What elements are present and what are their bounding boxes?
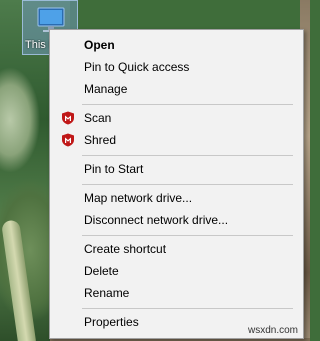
context-menu: Open Pin to Quick access Manage Scan Shr… [49, 29, 304, 339]
menu-separator [82, 235, 293, 236]
menu-item-label: Delete [84, 264, 119, 278]
mcafee-shield-icon [62, 111, 74, 125]
menu-item-disconnect-network-drive[interactable]: Disconnect network drive... [50, 209, 303, 231]
menu-separator [82, 308, 293, 309]
menu-item-create-shortcut[interactable]: Create shortcut [50, 238, 303, 260]
menu-item-label: Disconnect network drive... [84, 213, 229, 227]
menu-item-label: Create shortcut [84, 242, 167, 256]
menu-item-label: Pin to Start [84, 162, 144, 176]
menu-item-label: Open [84, 38, 115, 52]
menu-item-pin-to-start[interactable]: Pin to Start [50, 158, 303, 180]
mcafee-shield-icon [62, 133, 74, 147]
menu-item-label: Scan [84, 111, 112, 125]
menu-item-scan[interactable]: Scan [50, 107, 303, 129]
menu-item-pin-quick-access[interactable]: Pin to Quick access [50, 56, 303, 78]
menu-separator [82, 184, 293, 185]
menu-item-label: Manage [84, 82, 128, 96]
menu-item-label: Properties [84, 315, 139, 329]
menu-item-label: Pin to Quick access [84, 60, 190, 74]
watermark: wsxdn.com [247, 325, 298, 336]
menu-item-label: Rename [84, 286, 130, 300]
menu-item-label: Shred [84, 133, 117, 147]
menu-item-map-network-drive[interactable]: Map network drive... [50, 187, 303, 209]
menu-item-label: Map network drive... [84, 191, 193, 205]
menu-item-rename[interactable]: Rename [50, 282, 303, 304]
menu-item-shred[interactable]: Shred [50, 129, 303, 151]
menu-item-delete[interactable]: Delete [50, 260, 303, 282]
menu-separator [82, 104, 293, 105]
menu-item-manage[interactable]: Manage [50, 78, 303, 100]
menu-item-open[interactable]: Open [50, 34, 303, 56]
menu-separator [82, 155, 293, 156]
